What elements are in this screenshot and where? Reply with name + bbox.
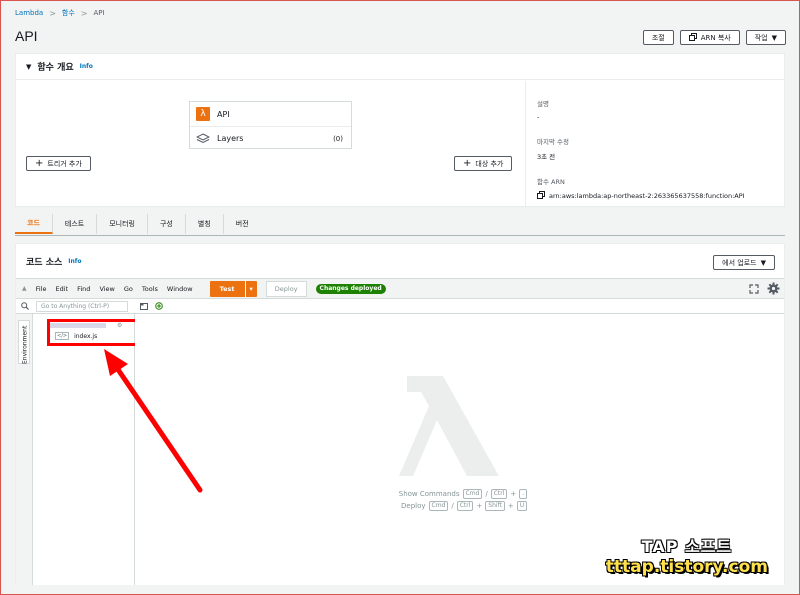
- function-arn-value: arn:aws:lambda:ap-northeast-2:2633656375…: [549, 192, 745, 200]
- new-tab-icon[interactable]: [140, 302, 148, 312]
- upload-label: 에서 업로드: [722, 258, 757, 267]
- function-details: 설명 - 마지막 수정 3초 전 함수 ARN arn:aws:lambda:a…: [525, 81, 786, 208]
- menu-go[interactable]: Go: [124, 285, 133, 293]
- lambda-icon: λ: [196, 107, 210, 121]
- add-trigger-label: 트리거 추가: [47, 159, 82, 168]
- info-link[interactable]: Info: [80, 63, 93, 70]
- ide-left-rail: Environment: [16, 314, 33, 585]
- tab-code[interactable]: 코드: [15, 214, 53, 234]
- breadcrumb-lambda[interactable]: Lambda: [15, 9, 43, 17]
- last-modified-label: 마지막 수정: [537, 138, 569, 146]
- description-label: 설명: [537, 100, 549, 108]
- key-ctrl: Ctrl: [456, 501, 474, 511]
- last-modified-value: 3초 전: [537, 153, 556, 161]
- menu-edit[interactable]: Edit: [56, 285, 69, 293]
- overview-header[interactable]: ▼ 함수 개요 Info: [16, 54, 784, 80]
- key-cmd: Cmd: [428, 501, 449, 511]
- test-button[interactable]: Test ▾: [209, 280, 257, 297]
- lambda-watermark-icon: [399, 376, 509, 480]
- watermark-url: tttap.tistory.com: [605, 557, 768, 577]
- menu-find[interactable]: Find: [77, 285, 90, 293]
- throttle-button[interactable]: 조절: [642, 30, 674, 45]
- breadcrumb-functions[interactable]: 함수: [62, 8, 75, 18]
- tab-test[interactable]: 테스트: [53, 214, 98, 234]
- key-ctrl: Ctrl: [490, 489, 508, 499]
- add-trigger-button[interactable]: + 트리거 추가: [26, 156, 91, 171]
- layers-count: (0): [333, 134, 343, 143]
- tab-monitoring[interactable]: 모니터링: [97, 214, 148, 234]
- chevron-right-icon: >: [49, 8, 56, 18]
- deploy-button[interactable]: Deploy: [265, 280, 307, 297]
- test-label: Test: [219, 284, 235, 293]
- tab-aliases[interactable]: 별칭: [186, 214, 224, 234]
- ide-toolbar: Go to Anything (Ctrl-P): [16, 299, 784, 314]
- key-cmd: Cmd: [462, 489, 483, 499]
- menu-view[interactable]: View: [99, 285, 114, 293]
- copy-arn-label: ARN 복사: [700, 33, 731, 42]
- deploy-shortcut-label: Deploy: [401, 502, 426, 510]
- plus-icon: +: [35, 158, 44, 169]
- caret-down-icon: ▼: [760, 258, 766, 267]
- editor-shortcuts: Show Commands Cmd / Ctrl +. Deploy Cmd / Ctrl…: [393, 488, 528, 512]
- info-link[interactable]: Info: [68, 258, 81, 265]
- layers-node[interactable]: Layers (0): [190, 126, 351, 150]
- breadcrumb: Lambda > 함수 > API: [15, 8, 105, 18]
- function-node[interactable]: λ API: [190, 102, 351, 126]
- watermark-title: TAP 소프트: [641, 537, 733, 556]
- copy-icon[interactable]: [537, 191, 545, 201]
- layers-label: Layers: [217, 134, 244, 143]
- menu-window[interactable]: Window: [167, 285, 193, 293]
- throttle-label: 조절: [651, 33, 665, 42]
- key-period: .: [519, 489, 528, 499]
- key-u: U: [516, 501, 528, 511]
- page-title: API: [15, 28, 38, 44]
- function-name: API: [217, 109, 230, 119]
- annotation-highlight-box: [47, 319, 142, 346]
- caret-down-icon: ▼: [26, 62, 32, 71]
- tab-configuration[interactable]: 구성: [148, 214, 186, 234]
- add-destination-button[interactable]: + 대상 추가: [454, 156, 513, 171]
- chevron-right-icon: >: [80, 8, 88, 18]
- tab-versions[interactable]: 버전: [224, 214, 261, 234]
- layers-icon: [196, 132, 210, 146]
- code-source-title: 코드 소스: [26, 257, 63, 268]
- add-destination-label: 대상 추가: [475, 159, 504, 168]
- function-tabs: 코드 테스트 모니터링 구성 별칭 버전: [15, 212, 785, 236]
- changes-deployed-badge: Changes deployed: [315, 283, 386, 294]
- gear-icon[interactable]: [767, 282, 780, 297]
- overview-title: 함수 개요: [37, 63, 74, 73]
- fullscreen-icon[interactable]: [749, 283, 759, 296]
- caret-down-icon[interactable]: ▾: [244, 280, 257, 297]
- watermark: TAP 소프트 tttap.tistory.com: [606, 533, 768, 577]
- function-diagram-card: λ API Layers (0): [189, 101, 352, 149]
- copy-icon: [688, 32, 697, 43]
- actions-dropdown[interactable]: 작업 ▼: [745, 30, 786, 45]
- search-icon: [21, 302, 29, 312]
- ide-menubar: ▲ File Edit Find View Go Tools Window Te…: [16, 279, 784, 299]
- environment-tab[interactable]: Environment: [18, 320, 30, 364]
- key-shift: Shift: [485, 501, 505, 511]
- function-overview-panel: ▼ 함수 개요 Info λ API Layers (0) + 트리거 추가 +…: [15, 53, 786, 208]
- header-actions: 조절 ARN 복사 작업 ▼: [642, 30, 786, 45]
- add-icon[interactable]: [155, 302, 163, 312]
- menu-tools[interactable]: Tools: [142, 285, 158, 293]
- breadcrumb-current: API: [93, 9, 105, 17]
- environment-tab-label: Environment: [21, 325, 29, 365]
- collapse-caret-icon[interactable]: ▲: [22, 285, 27, 292]
- upload-from-dropdown[interactable]: 에서 업로드 ▼: [713, 255, 775, 270]
- menu-file[interactable]: File: [36, 285, 47, 293]
- description-value: -: [537, 113, 540, 121]
- plus-icon: +: [463, 158, 472, 169]
- actions-label: 작업: [754, 33, 768, 42]
- goto-anything-input[interactable]: Go to Anything (Ctrl-P): [36, 301, 128, 312]
- copy-arn-button[interactable]: ARN 복사: [679, 30, 740, 45]
- function-arn-label: 함수 ARN: [537, 178, 565, 186]
- show-commands-label: Show Commands: [398, 490, 460, 498]
- file-tree: ⚙ </> index.js: [33, 314, 142, 585]
- caret-down-icon: ▼: [771, 33, 777, 42]
